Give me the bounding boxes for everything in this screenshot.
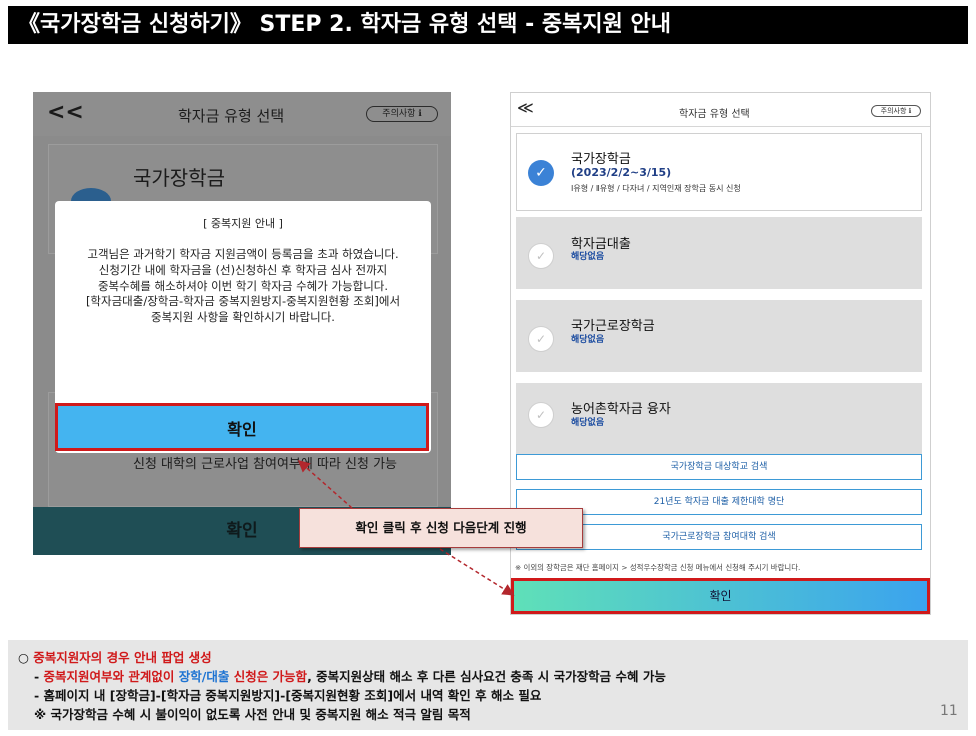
note-line-2: - 중복지원여부와 관계없이 장학/대출 신청은 가능함, 중복지원상태 해소 … (18, 667, 968, 686)
note-bullet: - (34, 669, 44, 684)
rp-header: ≪ 학자금 유형 선택 주의사항 ℹ (511, 93, 930, 127)
note-line-3: - 홈페이지 내 [장학금]-[학자금 중복지원방지]-[중복지원현황 조회]에… (34, 688, 542, 703)
card-date: (2023/2/2~3/15) (571, 166, 672, 179)
back-icon[interactable]: << (47, 100, 84, 125)
modal-line: 중복지원 사항을 확인하시기 바랍니다. (151, 310, 335, 325)
card-title: 국가장학금 (571, 152, 631, 167)
slide: 《국가장학금 신청하기》 STEP 2. 학자금 유형 선택 - 중복지원 안내… (0, 0, 976, 736)
notice-button[interactable]: 주의사항 ℹ (366, 106, 438, 122)
back-icon[interactable]: ≪ (517, 98, 534, 117)
modal-confirm-button[interactable]: 확인 (55, 403, 429, 451)
arrow-to-confirm-button (439, 548, 515, 596)
footnote: ※ 이외의 장학금은 재단 홈페이지 > 성적우수장학금 신청 메뉴에서 신청해… (515, 563, 801, 572)
note-bullet: ○ (18, 650, 34, 665)
modal-body: 고객님은 과거학기 학자금 지원금액이 등록금을 초과 하였습니다. 신청기간 … (73, 247, 413, 326)
lp-card1-title: 국가장학금 (133, 166, 225, 190)
note-line-4: ※ 국가장학금 수혜 시 불이익이 없도록 사전 안내 및 중복지원 해소 적극… (34, 707, 471, 722)
card-subtitle: Ⅰ유형 / Ⅱ유형 / 다자녀 / 지역인재 장학금 동시 신청 (571, 184, 741, 193)
check-icon[interactable]: ✓ (528, 402, 554, 428)
modal-line: 중복수혜를 해소하셔야 이번 학기 학자금 수혜가 가능합니다. (97, 278, 389, 293)
link-scholarship-school-search[interactable]: 국가장학금 대상학교 검색 (516, 454, 922, 480)
note-line-1: ○ 중복지원자의 경우 안내 팝업 생성 (18, 648, 968, 667)
notice-button[interactable]: 주의사항 ℹ (871, 105, 921, 117)
card-subtitle: 해당없음 (571, 335, 605, 345)
note-text: , 중복지원상태 해소 후 다른 심사요건 충족 시 국가장학금 수혜 가능 (307, 669, 666, 684)
card-subtitle: 해당없음 (571, 252, 605, 262)
modal-line: 신청기간 내에 학자금을 (선)신청하신 후 학자금 심사 전까지 (98, 262, 388, 277)
note-emphasis: 중복지원자의 경우 안내 팝업 생성 (33, 650, 212, 665)
note-emphasis-blue: 장학/대출 (178, 669, 230, 684)
modal-title: [ 중복지원 안내 ] (203, 217, 283, 230)
card-subtitle: 해당없음 (571, 418, 605, 428)
modal-line: [학자금대출/장학금-학자금 중복지원방지-중복지원현황 조회]에서 (85, 294, 401, 309)
rp-confirm-button[interactable]: 확인 (511, 578, 930, 614)
note-emphasis: 신청은 가능함 (229, 669, 308, 684)
page-number: 11 (940, 703, 958, 719)
check-icon[interactable]: ✓ (528, 160, 554, 186)
lp-header: << 학자금 유형 선택 주의사항 ℹ (33, 92, 451, 136)
lp-header-title: 학자금 유형 선택 (178, 107, 285, 125)
lp-card-bottom-text: 신청 대학의 근로사업 참여여부에 따라 신청 가능 (133, 457, 397, 472)
callout-box: 확인 클릭 후 신청 다음단계 진행 (299, 508, 583, 548)
modal-line: 고객님은 과거학기 학자금 지원금액이 등록금을 초과 하였습니다. (87, 247, 399, 261)
rp-header-title: 학자금 유형 선택 (679, 109, 750, 120)
slide-title: 《국가장학금 신청하기》 STEP 2. 학자금 유형 선택 - 중복지원 안내 (8, 6, 968, 44)
check-icon[interactable]: ✓ (528, 326, 554, 352)
check-icon[interactable]: ✓ (528, 243, 554, 269)
note-emphasis: 중복지원여부와 관계없이 (43, 669, 179, 684)
notes-box: ○ 중복지원자의 경우 안내 팝업 생성 - 중복지원여부와 관계없이 장학/대… (8, 640, 968, 730)
